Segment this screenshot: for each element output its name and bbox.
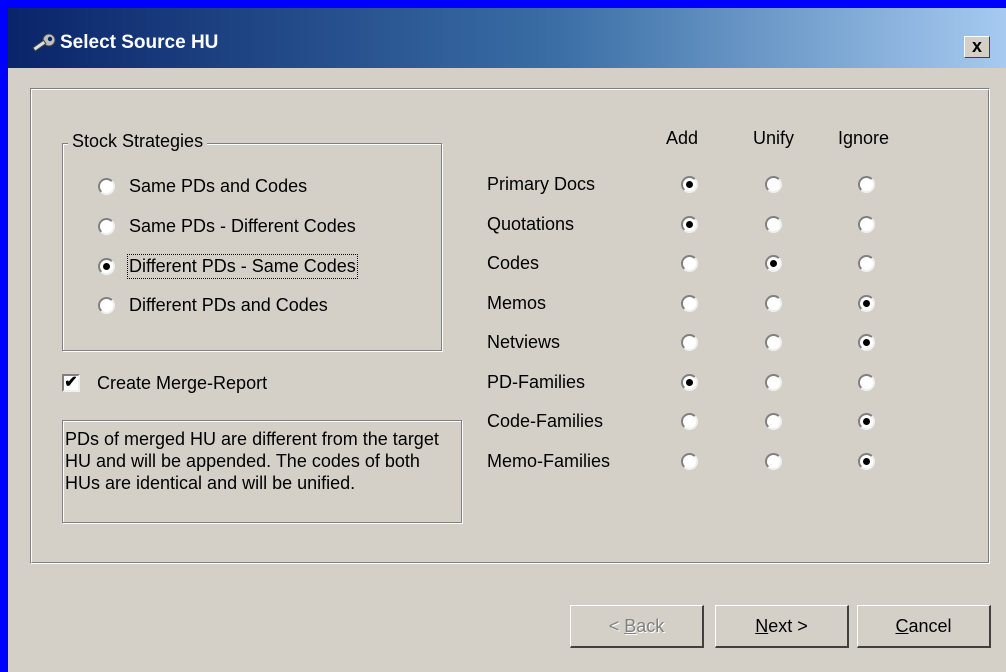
row-label: Netviews — [487, 332, 561, 352]
stock-strategy-label[interactable]: Different PDs - Same Codes — [127, 254, 358, 279]
column-header-add: Add — [666, 128, 699, 148]
merge-option-radio-unify[interactable] — [765, 294, 782, 312]
next-button[interactable]: Next > — [715, 605, 849, 648]
stock-strategies-legend: Stock Strategies — [68, 131, 208, 152]
merge-option-radio-unify[interactable] — [765, 215, 782, 233]
merge-option-radio-ignore[interactable] — [858, 373, 875, 391]
strategy-description: PDs of merged HU are different from the … — [62, 420, 462, 523]
merge-option-radio-unify[interactable] — [765, 452, 782, 470]
merge-option-radio-add[interactable] — [681, 373, 698, 391]
back-button[interactable]: < Back — [570, 605, 704, 648]
merge-option-radio-add[interactable] — [681, 215, 698, 233]
window-title: Select Source HU — [60, 32, 219, 53]
merge-option-radio-unify[interactable] — [765, 373, 782, 391]
create-merge-report-checkbox[interactable]: ✔ — [62, 374, 80, 392]
merge-option-radio-add[interactable] — [681, 176, 698, 193]
merge-option-radio-unify[interactable] — [765, 334, 782, 351]
merge-option-radio-add[interactable] — [681, 334, 698, 351]
column-header-unify: Unify — [753, 128, 795, 148]
merge-option-radio-ignore[interactable] — [858, 176, 875, 193]
row-label: Memo-Families — [487, 450, 611, 471]
row-label: Primary Docs — [487, 174, 596, 194]
merge-option-radio-add[interactable] — [681, 294, 698, 312]
cancel-button[interactable]: Cancel — [857, 605, 991, 648]
stock-strategy-radio[interactable] — [98, 218, 115, 235]
merge-option-radio-ignore[interactable] — [858, 294, 875, 312]
merge-option-radio-unify[interactable] — [765, 255, 782, 272]
merge-option-radio-ignore[interactable] — [858, 452, 875, 470]
stock-strategy-label[interactable]: Different PDs and Codes — [129, 295, 328, 316]
merge-option-radio-ignore[interactable] — [858, 255, 875, 272]
merge-option-radio-add[interactable] — [681, 413, 698, 430]
column-header-ignore: Ignore — [838, 128, 890, 148]
row-label: Codes — [487, 253, 540, 273]
merge-option-radio-unify[interactable] — [765, 176, 782, 193]
row-label: Quotations — [487, 213, 575, 234]
stock-strategies-group — [62, 143, 442, 351]
close-button[interactable]: x — [964, 36, 990, 58]
title-bar[interactable]: Select Source HU x — [8, 8, 1006, 68]
row-label: PD-Families — [487, 371, 586, 392]
row-label: Code-Families — [487, 411, 604, 431]
row-label: Memos — [487, 292, 547, 313]
stock-strategy-label[interactable]: Same PDs - Different Codes — [129, 216, 356, 237]
key-wrench-icon — [30, 32, 58, 54]
merge-option-radio-add[interactable] — [681, 452, 698, 470]
stock-strategy-radio[interactable] — [98, 258, 115, 275]
merge-option-radio-add[interactable] — [681, 255, 698, 272]
close-icon: x — [971, 36, 982, 56]
stock-strategy-radio[interactable] — [98, 178, 115, 195]
merge-option-radio-ignore[interactable] — [858, 215, 875, 233]
stock-strategy-label[interactable]: Same PDs and Codes — [129, 176, 307, 197]
stock-strategy-radio[interactable] — [98, 297, 115, 314]
create-merge-report-label[interactable]: Create Merge-Report — [97, 373, 267, 394]
merge-option-radio-ignore[interactable] — [858, 413, 875, 430]
merge-option-radio-ignore[interactable] — [858, 334, 875, 351]
merge-option-radio-unify[interactable] — [765, 413, 782, 430]
